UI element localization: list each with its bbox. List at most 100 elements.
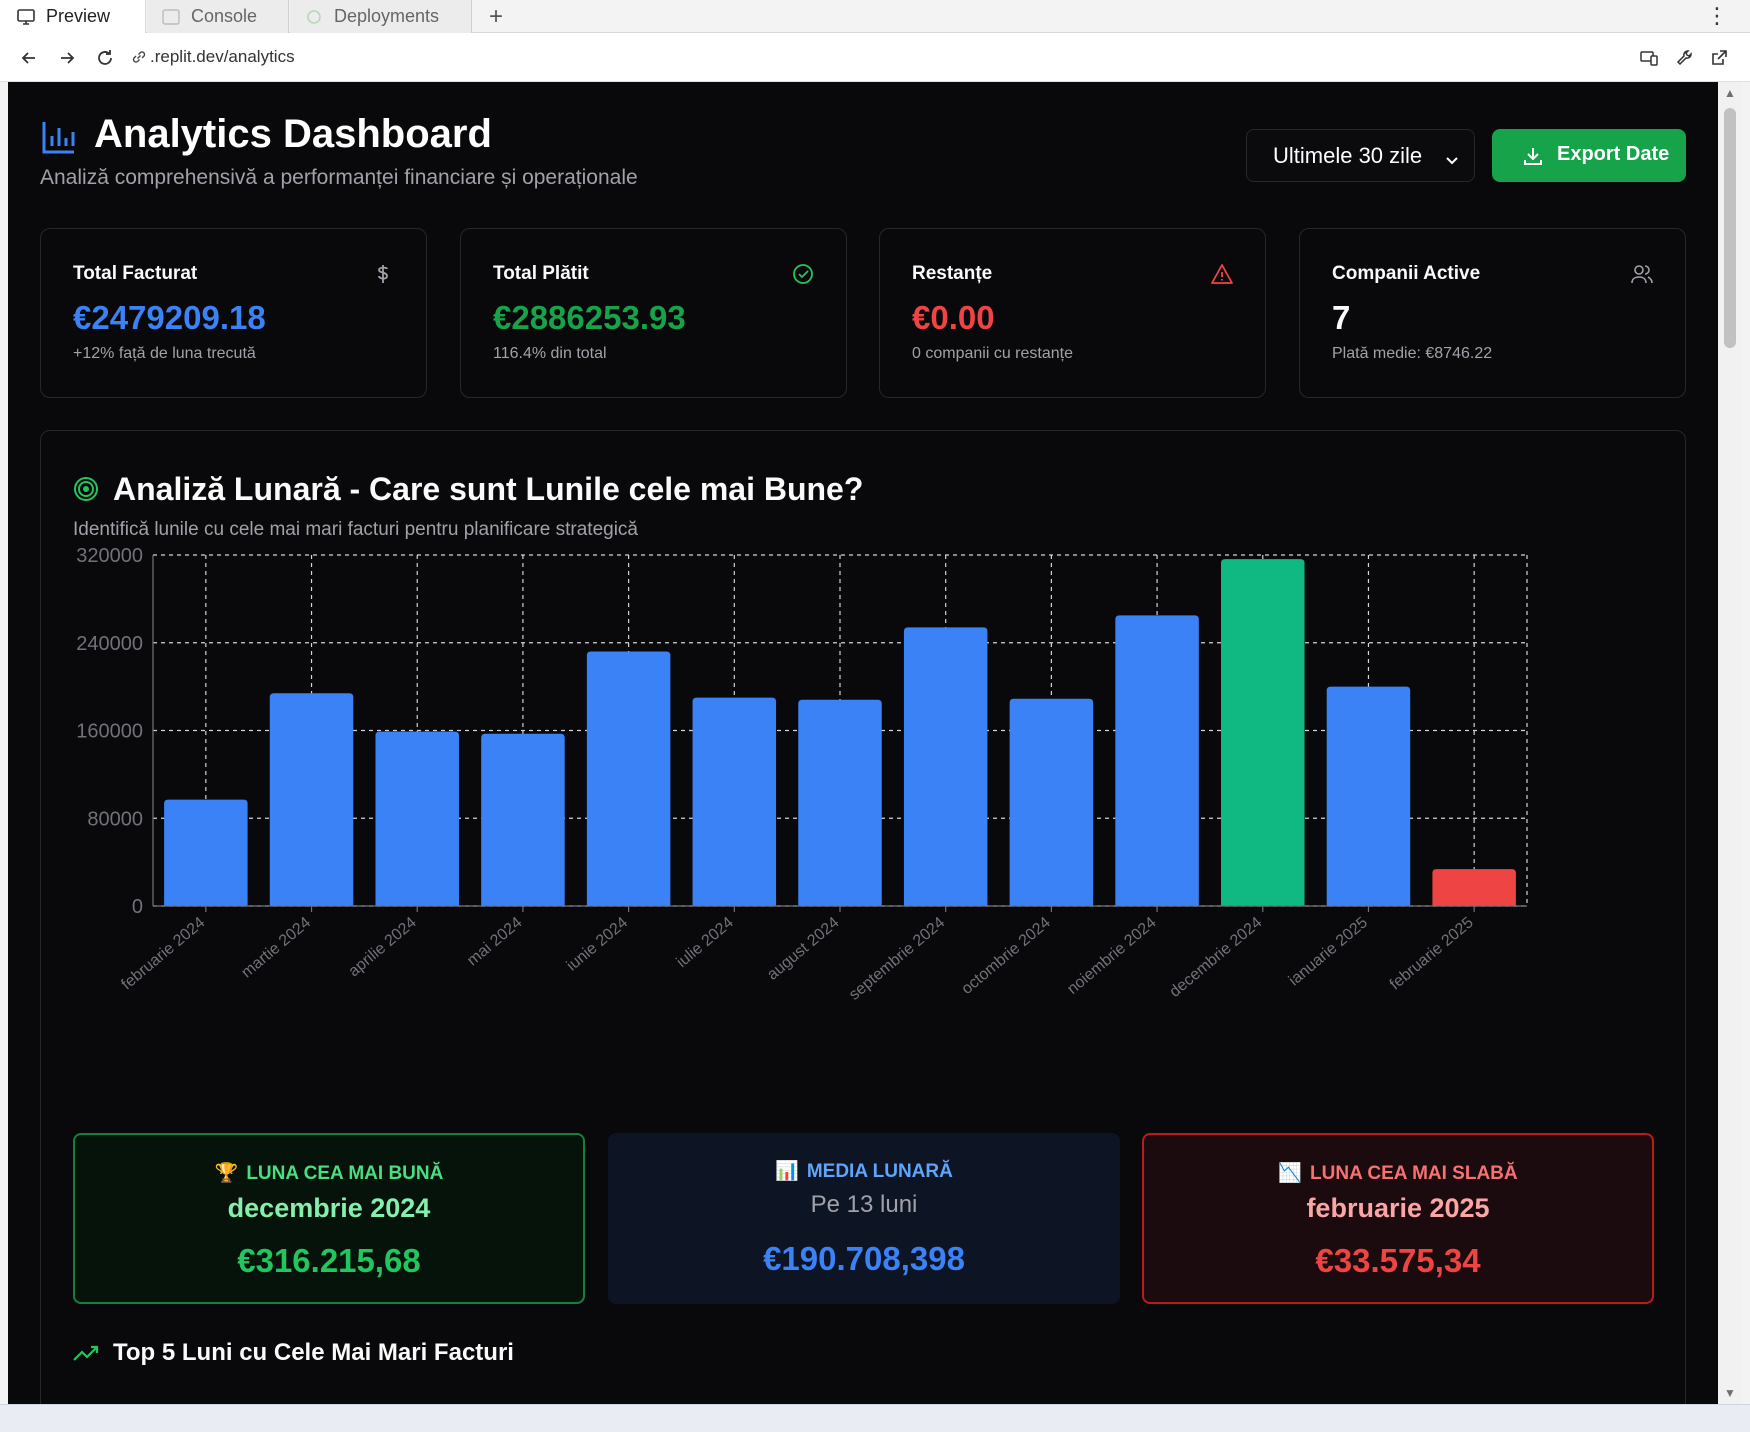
worst-month-value: €33.575,34 — [1315, 1242, 1481, 1279]
scroll-down-icon[interactable]: ▼ — [1723, 1386, 1737, 1400]
stat-subtext: Plată medie: €8746.22 — [1332, 345, 1493, 362]
devices-icon[interactable] — [1636, 45, 1662, 71]
period-select-value: Ultimele 30 zile — [1273, 142, 1423, 168]
export-button-label: Export Date — [1557, 143, 1670, 165]
link-icon — [130, 48, 148, 66]
forward-icon[interactable] — [54, 45, 80, 71]
page-subtitle: Analiză comprehensivă a performanței fin… — [40, 166, 638, 189]
stat-card-active-companies: Companii Active 7 Plată medie: €8746.22 — [1299, 228, 1686, 398]
page-scrollbar[interactable]: ▲ ▼ — [1718, 82, 1742, 1404]
stat-label: Companii Active — [1332, 263, 1481, 284]
check-circle-icon — [792, 263, 814, 285]
bar — [481, 733, 565, 906]
stat-value: €0.00 — [912, 299, 995, 336]
y-tick-label: 240000 — [76, 633, 143, 655]
bar — [269, 693, 354, 906]
bar — [1221, 559, 1305, 906]
tab-preview[interactable]: Preview — [0, 0, 146, 33]
x-tick-label: februarie 2024 — [118, 914, 208, 993]
download-icon — [1522, 145, 1544, 167]
monthly-analysis-card: Analiză Lunară - Care sunt Lunile cele m… — [40, 430, 1686, 1404]
open-external-icon[interactable] — [1706, 45, 1732, 71]
x-tick-label: decembrie 2024 — [1167, 914, 1266, 1001]
x-tick-label: aprilie 2024 — [345, 914, 419, 980]
url-input[interactable]: .replit.dev/analytics — [150, 47, 295, 67]
stat-subtext: +12% față de luna trecută — [73, 345, 256, 362]
bar — [586, 651, 671, 906]
bar — [1326, 686, 1411, 906]
trophy-icon: 🏆 — [214, 1163, 239, 1184]
monitor-icon — [16, 7, 36, 27]
stat-label: Total Facturat — [73, 263, 198, 284]
stat-label: Total Plătit — [493, 263, 589, 284]
stat-card-total-paid: Total Plătit €2886253.93 116.4% din tota… — [460, 228, 847, 398]
x-tick-label: ianuarie 2025 — [1286, 914, 1371, 989]
os-taskbar — [0, 1404, 1750, 1432]
trending-up-icon — [73, 1343, 99, 1365]
stat-subtext: 0 companii cu restanțe — [912, 345, 1073, 362]
best-month-label: LUNA CEA MAI BUNĂ — [246, 1163, 444, 1184]
tab-preview-label: Preview — [46, 6, 111, 26]
wrench-icon[interactable] — [1672, 45, 1698, 71]
average-label: MEDIA LUNARĂ — [806, 1161, 953, 1182]
address-bar: .replit.dev/analytics — [0, 33, 1750, 82]
x-tick-label: august 2024 — [764, 914, 842, 984]
scroll-up-icon[interactable]: ▲ — [1723, 86, 1737, 100]
x-tick-label: octombrie 2024 — [959, 914, 1054, 998]
x-tick-label: noiembrie 2024 — [1064, 914, 1159, 998]
reload-icon[interactable] — [92, 45, 118, 71]
stat-card-overdue: Restanțe €0.00 0 companii cu restanțe — [879, 228, 1266, 398]
average-month-card: 📊 MEDIA LUNARĂ Pe 13 luni €190.708,398 — [608, 1133, 1120, 1304]
worst-month-name: februarie 2025 — [1306, 1193, 1490, 1223]
stat-value: €2886253.93 — [493, 299, 686, 336]
worst-month-label: LUNA CEA MAI SLABĂ — [1310, 1163, 1518, 1184]
terminal-icon — [161, 7, 181, 27]
monthly-bar-chart: 0 80000 160000 240000 320000 februarie 2024 ma… — [76, 545, 1528, 1004]
chevron-down-icon — [1444, 148, 1460, 165]
worst-month-card: 📉 LUNA CEA MAI SLABĂ februarie 2025 €33.5… — [1142, 1133, 1654, 1304]
tab-deployments-label: Deployments — [334, 6, 440, 26]
bar — [798, 699, 882, 906]
export-button[interactable]: Export Date — [1492, 129, 1686, 182]
dollar-icon — [372, 263, 394, 285]
scrollbar-thumb[interactable] — [1724, 108, 1736, 348]
more-menu-icon[interactable]: ⋮ — [1706, 2, 1728, 30]
y-tick-label: 320000 — [76, 545, 143, 567]
bar — [375, 731, 459, 906]
best-month-value: €316.215,68 — [237, 1242, 421, 1279]
x-tick-label: februarie 2025 — [1387, 914, 1477, 993]
deploy-icon — [304, 7, 324, 27]
dashboard-page: Analytics Dashboard Analiză comprehensiv… — [8, 82, 1718, 1404]
top5-title: Top 5 Luni cu Cele Mai Mari Facturi — [113, 1339, 514, 1366]
browser-tab-bar: Preview Console Deployments + ⋮ — [0, 0, 1750, 33]
x-tick-label: iulie 2024 — [673, 914, 736, 971]
stat-subtext: 116.4% din total — [493, 345, 607, 362]
x-tick-label: martie 2024 — [238, 914, 314, 981]
page-title: Analytics Dashboard — [94, 112, 492, 156]
chart-down-icon: 📉 — [1278, 1163, 1303, 1184]
stat-value: €2479209.18 — [73, 299, 266, 336]
bar — [692, 697, 777, 906]
bar — [903, 627, 988, 906]
period-select[interactable]: Ultimele 30 zile — [1246, 129, 1475, 182]
new-tab-button[interactable]: + — [484, 0, 508, 33]
bar — [1432, 869, 1516, 906]
alert-triangle-icon — [1211, 263, 1233, 285]
tab-deployments[interactable]: Deployments — [290, 0, 472, 33]
x-tick-label: septembrie 2024 — [846, 914, 948, 1004]
tab-console[interactable]: Console — [147, 0, 289, 33]
stat-card-total-billed: Total Facturat €2479209.18 +12% față de … — [40, 228, 427, 398]
bar — [1009, 698, 1094, 906]
y-tick-label: 160000 — [76, 721, 143, 743]
average-value: €190.708,398 — [763, 1240, 965, 1277]
bar — [164, 799, 248, 906]
stat-label: Restanțe — [912, 263, 993, 284]
best-month-name: decembrie 2024 — [227, 1193, 431, 1223]
chart-emoji-icon: 📊 — [775, 1161, 799, 1182]
x-tick-label: mai 2024 — [464, 914, 525, 969]
best-month-card: 🏆 LUNA CEA MAI BUNĂ decembrie 2024 €316.2… — [73, 1133, 585, 1304]
tab-console-label: Console — [191, 6, 258, 26]
back-icon[interactable] — [16, 45, 42, 71]
bar-chart-icon — [40, 118, 78, 156]
users-icon — [1631, 263, 1653, 285]
